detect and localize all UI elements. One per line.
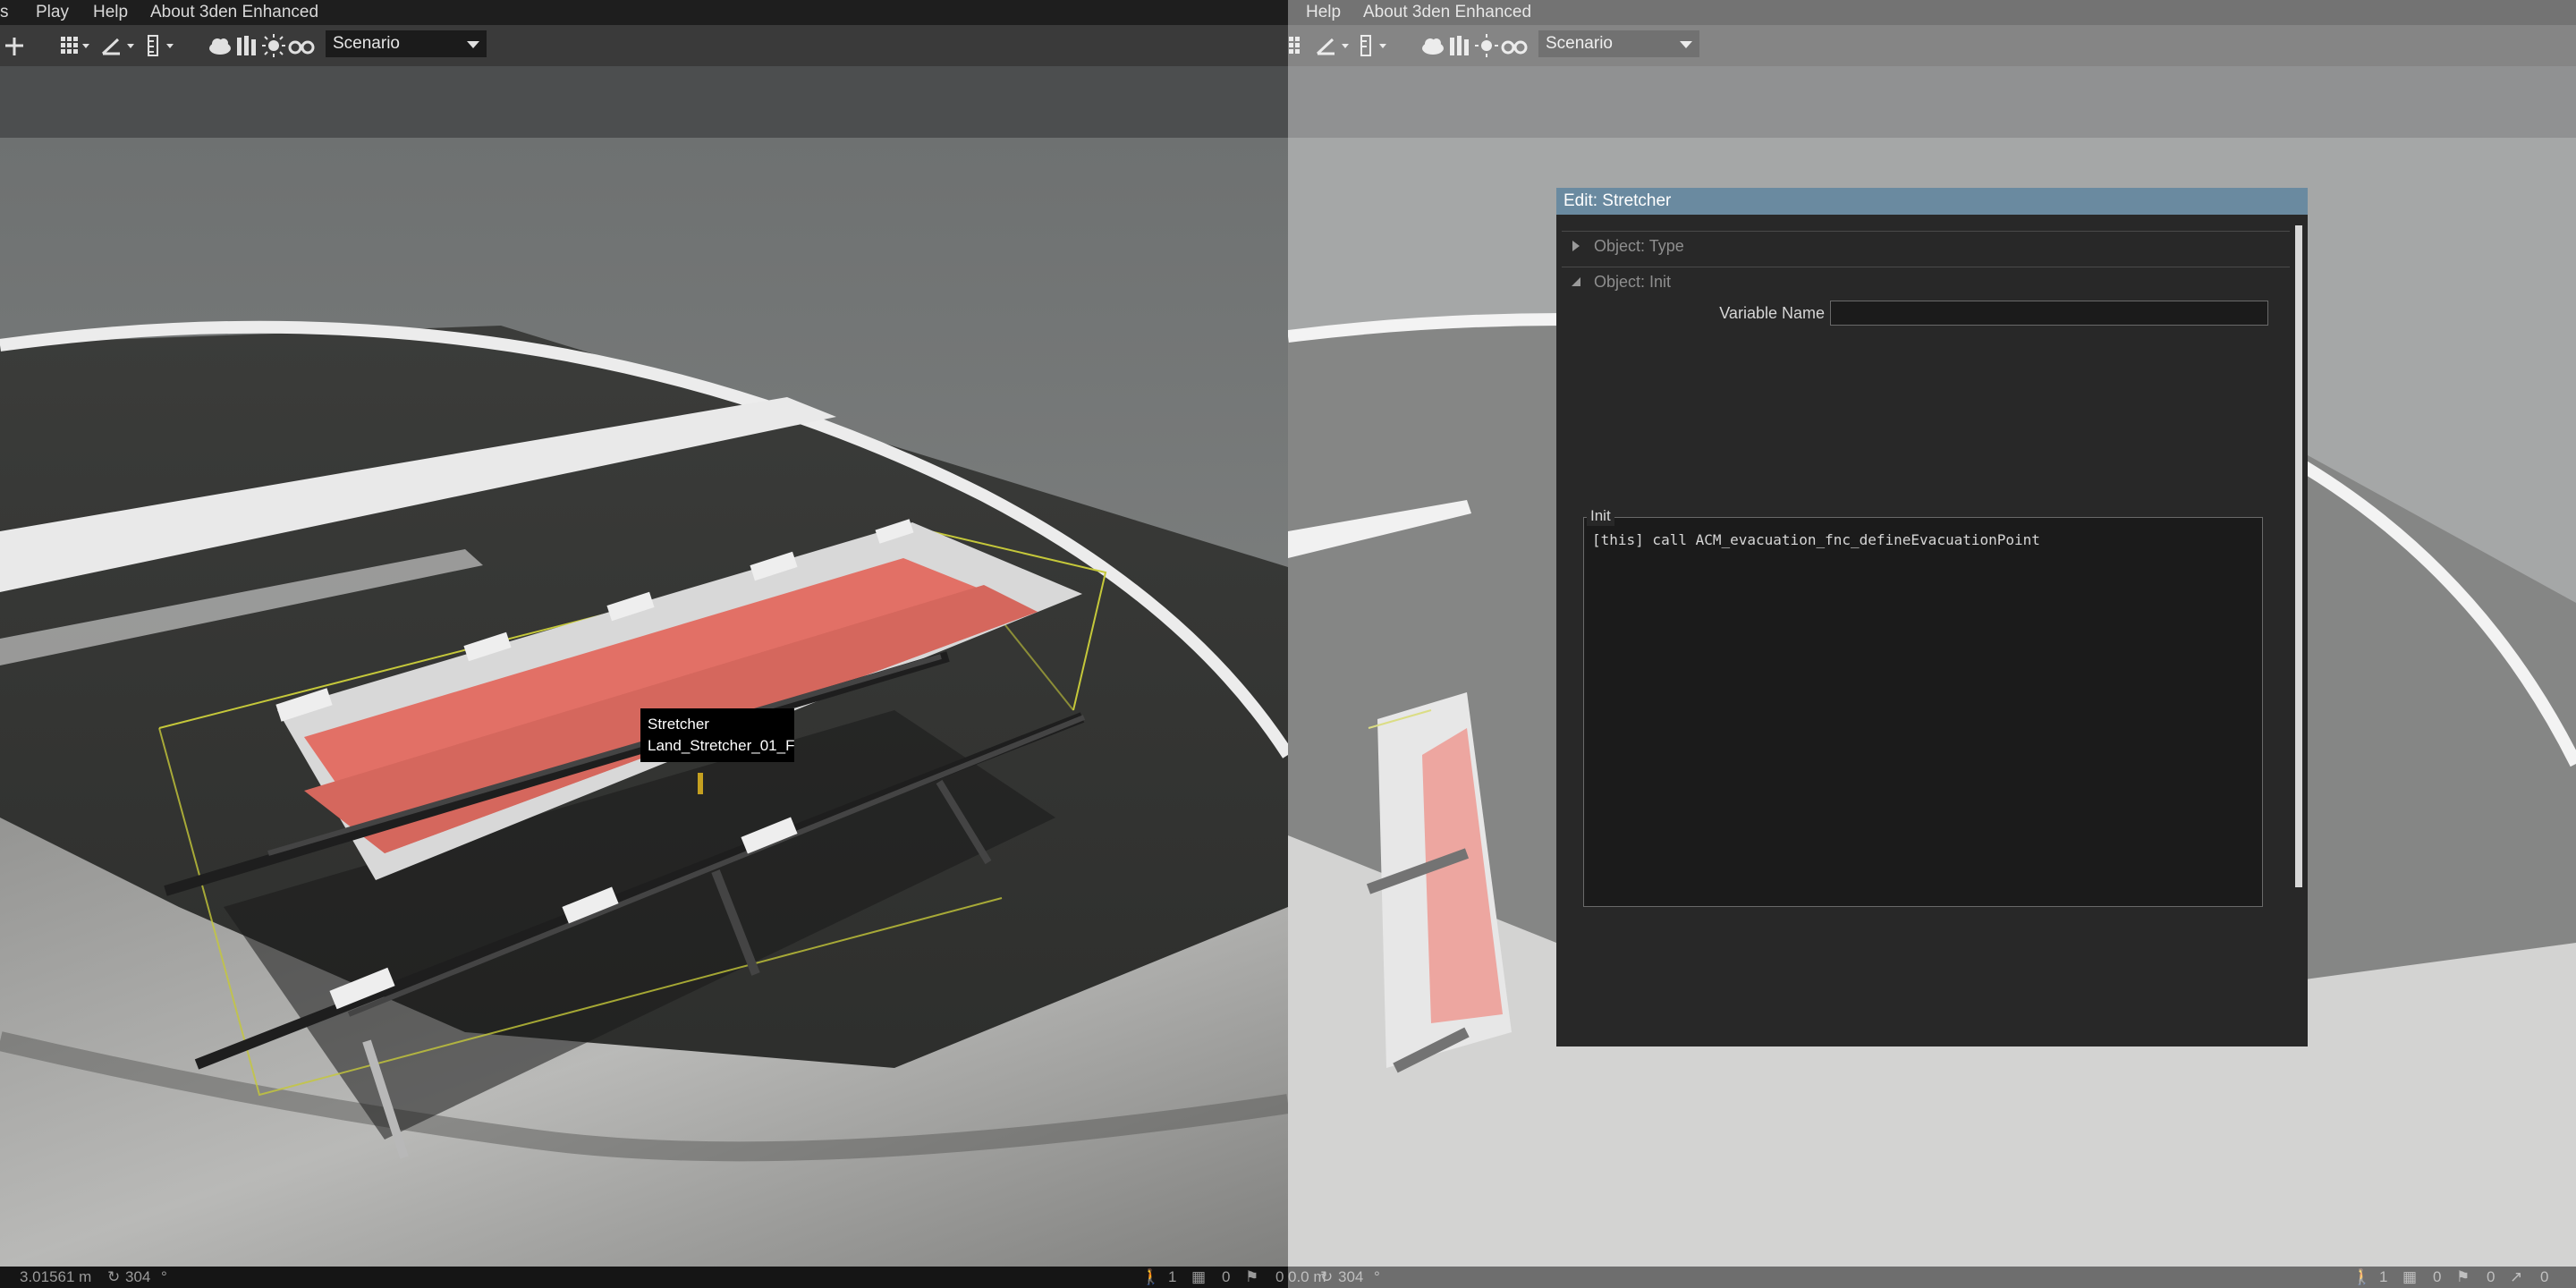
angle-snap-icon[interactable] xyxy=(100,34,136,57)
triangle-right-icon xyxy=(1569,233,1583,259)
init-caption: Init xyxy=(1587,506,1614,526)
variable-name-label: Variable Name xyxy=(1719,304,1825,322)
variable-name-field[interactable] xyxy=(1830,301,2268,326)
sun-icon[interactable] xyxy=(261,34,286,57)
menu-item-play[interactable]: Play xyxy=(36,0,69,25)
toolbar: Scenario xyxy=(0,25,1288,66)
status-distance: 3.01561 m xyxy=(20,1268,92,1285)
viewport-top-band xyxy=(0,66,1288,138)
binoculars-icon[interactable] xyxy=(288,34,315,57)
grid-icon[interactable] xyxy=(59,34,91,57)
tooltip-object-name: Stretcher xyxy=(648,716,709,733)
units-icon: 🚶 xyxy=(1141,1268,1161,1285)
vertical-snap-icon[interactable] xyxy=(145,34,177,57)
triangle-down-icon xyxy=(1569,268,1583,295)
section-object-init[interactable]: Object: Init xyxy=(1562,268,2290,295)
status-count-units: 1 xyxy=(1168,1268,1177,1285)
weather-icon[interactable] xyxy=(208,34,233,57)
dialog-title: Edit: Stretcher xyxy=(1556,188,2308,215)
object-tooltip: Stretcher Land_Stretcher_01_F xyxy=(640,708,794,762)
edit-attributes-dialog: Edit: Stretcher Object: Type Object: Ini… xyxy=(1556,188,2308,1100)
status-degree: ° xyxy=(161,1268,167,1285)
init-textarea[interactable] xyxy=(1583,517,2263,907)
menu-item-help[interactable]: Help xyxy=(93,0,128,25)
scenario-dropdown[interactable]: Scenario xyxy=(326,30,487,57)
init-code: [this] call ACM_evacuation_fnc_defineEva… xyxy=(1592,531,2040,548)
status-count-groups: 0 xyxy=(1222,1268,1231,1285)
editor-viewport-right: Help About 3den Enhanced Scenario 0.0 m … xyxy=(1288,0,2576,1288)
section-object-type[interactable]: Object: Type xyxy=(1562,233,2290,259)
groups-icon: ▦ xyxy=(1191,1268,1207,1285)
3d-viewport[interactable] xyxy=(0,138,1288,1267)
menu-item-about-3den-enhanced[interactable]: About 3den Enhanced xyxy=(150,0,318,25)
section-label: Object: Type xyxy=(1594,237,1684,255)
menu-bar: s Play Help About 3den Enhanced xyxy=(0,0,1288,25)
section-divider xyxy=(1562,231,2290,232)
scrollbar[interactable] xyxy=(2295,225,2302,887)
editor-viewport-left: s Play Help About 3den Enhanced Scenario… xyxy=(0,0,1288,1288)
status-count-markers: 0 xyxy=(1275,1268,1284,1285)
rotation-icon: ↻ xyxy=(107,1268,121,1285)
chevron-down-icon xyxy=(460,30,487,57)
transform-widget-icon[interactable] xyxy=(2,34,25,57)
status-direction: 304 xyxy=(125,1268,151,1285)
menu-item-scenario-truncated[interactable]: s xyxy=(0,0,9,25)
markers-icon: ⚑ xyxy=(1245,1268,1259,1285)
tooltip-object-class: Land_Stretcher_01_F xyxy=(648,737,795,754)
status-bar: 3.01561 m ↻ 304 ° 🚶 1 ▦ 0 ⚑ 0 xyxy=(0,1267,1288,1288)
section-label: Object: Init xyxy=(1594,273,1672,291)
dialog-body: Object: Type Object: Init Variable Name … xyxy=(1556,215,2308,1046)
forest-icon[interactable] xyxy=(234,34,259,57)
scenario-dropdown-label: Scenario xyxy=(333,34,400,53)
scene-render xyxy=(0,138,1288,1267)
